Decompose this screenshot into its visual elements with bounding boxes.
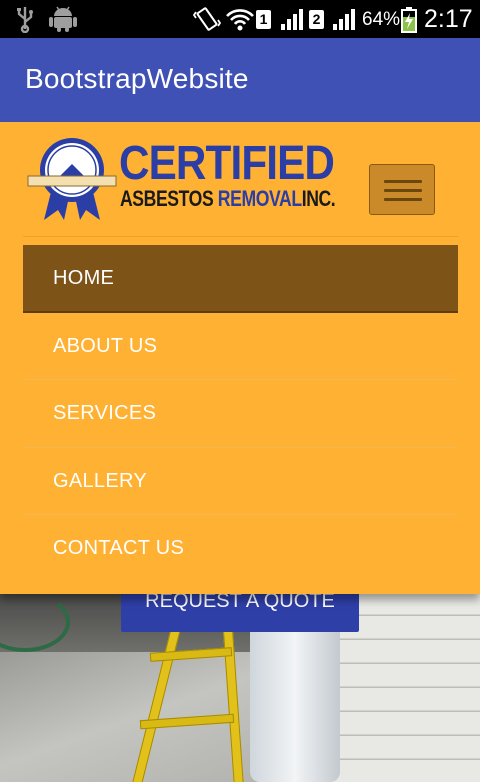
logo[interactable]: CERTIFIED ASBESTOS REMOVALINC. [24, 136, 336, 222]
nav-item-services[interactable]: SERVICES [23, 380, 458, 448]
battery-charging-icon [401, 7, 417, 33]
clock: 2:17 [424, 5, 473, 33]
request-quote-button[interactable]: REQUEST A QUOTE [121, 588, 359, 632]
nav-toggle-button[interactable] [369, 164, 435, 215]
nav-menu: HOME ABOUT US SERVICES GALLERY CONTACT U… [23, 245, 458, 583]
menu-icon-bar [384, 189, 422, 192]
logo-certified-text: CERTIFIED [119, 137, 335, 190]
signal-icon [281, 9, 303, 30]
wifi-icon [226, 9, 254, 31]
logo-inc-text: INC. [301, 186, 336, 211]
webview: CERTIFIED ASBESTOS REMOVALINC. HOME ABOU… [0, 122, 480, 782]
menu-icon [384, 180, 422, 183]
android-icon [49, 6, 77, 32]
battery-percent: 64% [362, 9, 401, 30]
sim2-badge: 2 [309, 10, 324, 29]
app-bar: BootstrapWebsite [0, 38, 480, 122]
divider [23, 236, 458, 237]
status-bar: 1 2 64% 2:17 [0, 0, 480, 38]
nav-item-label: ABOUT US [53, 334, 158, 357]
site-header: CERTIFIED ASBESTOS REMOVALINC. HOME ABOU… [0, 122, 480, 594]
app-title: BootstrapWebsite [25, 63, 249, 94]
logo-subtitle: ASBESTOS REMOVALINC. [120, 186, 336, 211]
nav-item-contact-us[interactable]: CONTACT US [23, 515, 458, 583]
sim1-badge: 1 [256, 10, 271, 29]
nav-item-gallery[interactable]: GALLERY [23, 448, 458, 515]
nav-item-label: CONTACT US [53, 537, 185, 559]
usb-icon [17, 7, 33, 33]
nav-item-label: SERVICES [53, 402, 157, 424]
signal-icon [333, 9, 355, 30]
hose [0, 592, 70, 652]
logo-asbestos-text: ASBESTOS [120, 186, 214, 211]
nav-item-label: GALLERY [53, 469, 148, 492]
nav-item-about-us[interactable]: ABOUT US [23, 313, 458, 380]
seal-icon [27, 138, 117, 220]
nav-item-label: HOME [53, 267, 115, 289]
nav-item-home[interactable]: HOME [23, 245, 458, 313]
menu-icon-bar [384, 198, 422, 201]
vibrate-icon [193, 7, 221, 31]
logo-removal-text: REMOVAL [217, 186, 302, 211]
